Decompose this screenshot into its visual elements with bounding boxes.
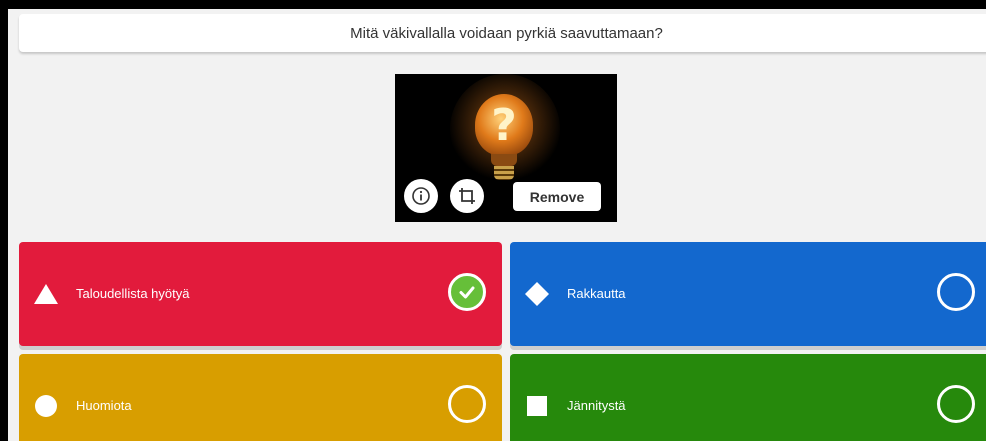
correct-answer-toggle-2[interactable]: [937, 273, 975, 311]
correct-answer-toggle-4[interactable]: [937, 385, 975, 423]
checkmark-icon: [459, 286, 475, 299]
image-info-button[interactable]: [404, 179, 438, 213]
answer-option-2[interactable]: Rakkautta: [510, 242, 986, 346]
square-icon: [524, 394, 550, 418]
answer-option-3[interactable]: Huomiota: [19, 354, 502, 441]
remove-image-button[interactable]: Remove: [513, 182, 601, 211]
correct-answer-toggle-3[interactable]: [448, 385, 486, 423]
info-icon: [412, 187, 430, 205]
correct-answer-toggle-1[interactable]: [448, 273, 486, 311]
question-image: ? Remove: [395, 74, 617, 222]
bulb-base: [494, 166, 514, 180]
crop-icon: [459, 188, 475, 204]
answer-option-4[interactable]: Jännitystä: [510, 354, 986, 441]
answer-2-label: Rakkautta: [567, 286, 626, 301]
image-crop-button[interactable]: [450, 179, 484, 213]
answer-3-label: Huomiota: [76, 398, 132, 413]
answer-4-label: Jännitystä: [567, 398, 626, 413]
circle-icon: [33, 394, 59, 418]
question-text: Mitä väkivallalla voidaan pyrkiä saavutt…: [350, 24, 663, 42]
answer-option-1[interactable]: Taloudellista hyötyä: [19, 242, 502, 346]
triangle-icon: [33, 282, 59, 306]
diamond-icon: [524, 282, 550, 306]
bulb-neck: [491, 154, 517, 166]
quiz-editor: Mitä väkivallalla voidaan pyrkiä saavutt…: [8, 9, 986, 441]
answer-1-label: Taloudellista hyötyä: [76, 286, 190, 301]
question-mark-glyph: ?: [491, 100, 517, 151]
question-title-field[interactable]: Mitä väkivallalla voidaan pyrkiä saavutt…: [19, 14, 986, 52]
